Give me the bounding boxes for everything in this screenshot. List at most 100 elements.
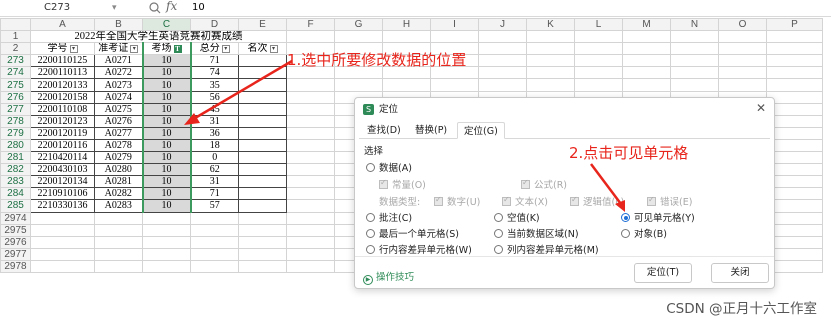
empty-cell[interactable]: [190, 259, 239, 273]
empty-cell[interactable]: [190, 211, 239, 225]
option-data[interactable]: 数据(A): [366, 160, 412, 174]
empty-cell[interactable]: [526, 78, 575, 92]
empty-cell[interactable]: [286, 199, 335, 213]
chevron-down-icon[interactable]: ▾: [112, 0, 117, 16]
table-cell[interactable]: [238, 187, 287, 201]
column-header[interactable]: M: [622, 17, 671, 32]
header-cell[interactable]: 总分 ▾: [190, 42, 239, 56]
empty-cell[interactable]: [574, 66, 623, 80]
fx-icon[interactable]: fx: [166, 0, 177, 13]
column-header-selected[interactable]: C: [142, 17, 191, 32]
close-icon[interactable]: ✕: [756, 101, 766, 115]
table-cell[interactable]: 2200110125: [30, 54, 95, 68]
table-cell[interactable]: 57: [190, 199, 239, 213]
table-cell[interactable]: 62: [190, 163, 239, 177]
empty-cell[interactable]: [478, 54, 527, 68]
option-comments[interactable]: 批注(C): [366, 210, 412, 224]
column-header[interactable]: P: [766, 17, 823, 32]
table-title[interactable]: 2022年全国大学生英语竞赛初赛成绩: [30, 30, 287, 44]
tips-link[interactable]: ▶ 操作技巧: [363, 269, 414, 285]
empty-cell[interactable]: [238, 247, 287, 261]
empty-cell[interactable]: [238, 235, 287, 249]
tab-replace[interactable]: 替换(P): [409, 122, 453, 139]
row-header[interactable]: 277: [0, 102, 31, 116]
formula-input[interactable]: 10: [192, 0, 205, 16]
empty-cell[interactable]: [718, 66, 767, 80]
empty-cell[interactable]: [286, 235, 335, 249]
row-header[interactable]: 276: [0, 90, 31, 104]
empty-cell[interactable]: [30, 235, 95, 249]
empty-cell[interactable]: [430, 78, 479, 92]
row-header[interactable]: 284: [0, 187, 31, 201]
table-cell[interactable]: [238, 163, 287, 177]
option-current-region[interactable]: 当前数据区域(N): [494, 226, 579, 240]
table-cell[interactable]: 10: [141, 138, 192, 153]
empty-cell[interactable]: [190, 235, 239, 249]
zoom-icon[interactable]: [148, 0, 162, 16]
row-header[interactable]: 282: [0, 163, 31, 177]
option-row-diff[interactable]: 行内容差异单元格(W): [366, 242, 472, 256]
filter-dropdown-icon[interactable]: ▾: [69, 44, 78, 53]
row-header[interactable]: 281: [0, 151, 31, 165]
empty-cell[interactable]: [718, 54, 767, 68]
table-cell[interactable]: 2200120116: [30, 138, 95, 153]
option-last-cell[interactable]: 最后一个单元格(S): [366, 226, 459, 240]
radio-icon[interactable]: [366, 229, 375, 238]
table-cell[interactable]: 2210420114: [30, 151, 95, 165]
close-button[interactable]: 关闭: [711, 263, 769, 283]
table-cell[interactable]: A0273: [94, 78, 143, 92]
empty-cell[interactable]: [30, 259, 95, 273]
table-cell[interactable]: A0280: [94, 163, 143, 177]
column-header[interactable]: J: [478, 17, 527, 32]
option-col-diff[interactable]: 列内容差异单元格(M): [494, 242, 599, 256]
table-cell[interactable]: 2200120134: [30, 175, 95, 189]
empty-cell[interactable]: [574, 54, 623, 68]
filter-dropdown-icon[interactable]: ▾: [130, 44, 139, 53]
table-cell[interactable]: 10: [141, 163, 192, 177]
empty-cell[interactable]: [238, 259, 287, 273]
empty-cell[interactable]: [670, 78, 719, 92]
table-cell[interactable]: A0276: [94, 114, 143, 128]
tab-find[interactable]: 查找(D): [361, 122, 407, 139]
table-cell[interactable]: A0282: [94, 187, 143, 201]
filter-dropdown-icon[interactable]: ▾: [221, 44, 230, 53]
table-cell[interactable]: 2200110113: [30, 66, 95, 80]
empty-cell[interactable]: [766, 54, 823, 68]
column-header[interactable]: D: [190, 17, 239, 32]
empty-cell[interactable]: [30, 211, 95, 225]
radio-icon[interactable]: [621, 229, 630, 238]
header-cell[interactable]: 考场 T: [141, 42, 192, 56]
table-cell[interactable]: A0278: [94, 138, 143, 153]
option-blanks[interactable]: 空值(K): [494, 210, 540, 224]
empty-cell[interactable]: [622, 66, 671, 80]
empty-cell[interactable]: [94, 259, 143, 273]
empty-cell[interactable]: [238, 211, 287, 225]
row-header[interactable]: 2975: [0, 223, 31, 237]
table-cell[interactable]: 2210910106: [30, 187, 95, 201]
table-cell[interactable]: A0274: [94, 90, 143, 104]
column-header[interactable]: O: [718, 17, 767, 32]
column-header[interactable]: E: [238, 17, 287, 32]
table-cell[interactable]: A0272: [94, 66, 143, 80]
header-cell[interactable]: 名次 ▾: [238, 42, 287, 56]
empty-cell[interactable]: [286, 259, 335, 273]
empty-cell[interactable]: [286, 175, 335, 189]
empty-cell[interactable]: [94, 247, 143, 261]
header-cell[interactable]: 学号 ▾: [30, 42, 95, 56]
row-header[interactable]: 273: [0, 54, 31, 68]
empty-cell[interactable]: [30, 247, 95, 261]
empty-cell[interactable]: [718, 78, 767, 92]
column-header[interactable]: N: [670, 17, 719, 32]
radio-icon[interactable]: [494, 213, 503, 222]
select-all-corner[interactable]: [0, 17, 31, 32]
table-cell[interactable]: A0283: [94, 199, 143, 213]
tab-goto[interactable]: 定位(G): [457, 122, 505, 139]
filter-active-icon[interactable]: T: [173, 44, 182, 53]
empty-cell[interactable]: [30, 223, 95, 237]
empty-cell[interactable]: [574, 78, 623, 92]
column-header[interactable]: G: [334, 17, 383, 32]
empty-cell[interactable]: [142, 211, 191, 225]
column-header[interactable]: I: [430, 17, 479, 32]
table-cell[interactable]: 10: [141, 151, 192, 165]
row-header[interactable]: 1: [0, 30, 31, 44]
